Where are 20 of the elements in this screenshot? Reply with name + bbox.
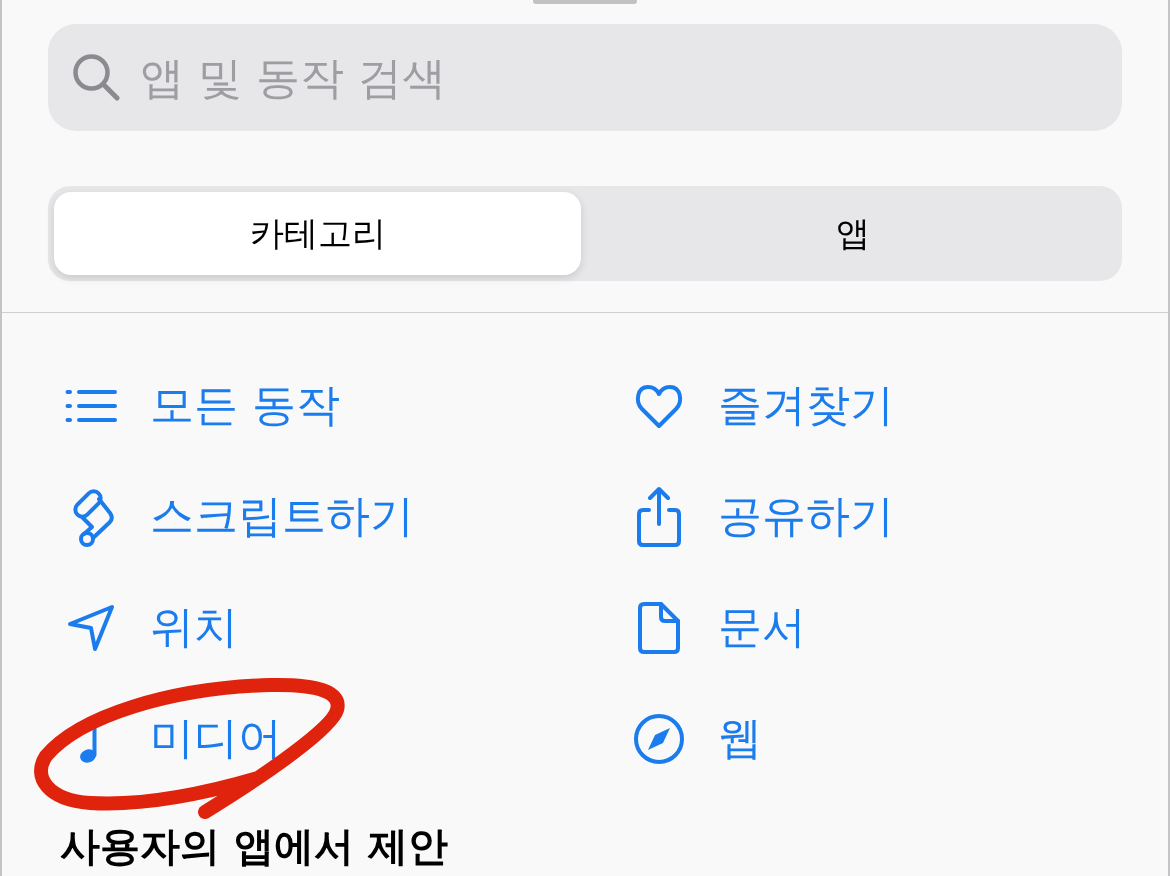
location-arrow-icon: [66, 602, 116, 653]
category-link[interactable]: 공유하기: [629, 485, 894, 548]
document-icon: [637, 600, 681, 655]
share-icon: [636, 485, 682, 548]
category-link[interactable]: 스크립트하기: [61, 486, 414, 547]
category-link[interactable]: 문서: [629, 598, 806, 657]
search-field[interactable]: 앱 및 동작 검색: [48, 24, 1122, 131]
list-icon: [65, 388, 117, 423]
compass-icon: [633, 712, 685, 765]
section-heading: 사용자의 앱에서 제안: [60, 822, 448, 870]
segment-tab[interactable]: 앱: [589, 192, 1116, 275]
heart-icon: [634, 382, 684, 429]
category-link[interactable]: 위치: [61, 598, 238, 657]
category-link[interactable]: 즐겨찾기: [629, 376, 894, 435]
category-link[interactable]: 모든 동작: [61, 376, 340, 435]
sheet-grabber[interactable]: [533, 0, 637, 4]
category-link[interactable]: 미디어: [61, 709, 282, 768]
search-icon: [72, 53, 120, 101]
segment-tab[interactable]: 카테고리: [54, 192, 581, 275]
category-link[interactable]: 웹: [629, 709, 762, 768]
